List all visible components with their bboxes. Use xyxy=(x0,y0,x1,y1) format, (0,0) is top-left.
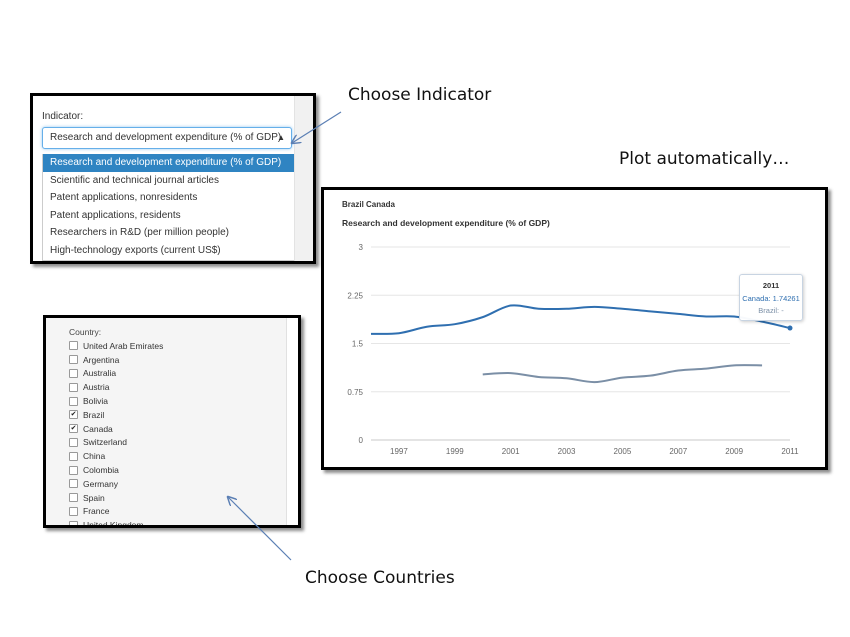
country-item[interactable]: United Kingdom xyxy=(69,518,163,528)
x-tick-label: 2001 xyxy=(502,447,520,456)
country-name: Canada xyxy=(83,423,113,434)
country-panel: Country: United Arab Emirates Argentina Au… xyxy=(43,315,301,528)
y-tick-label: 0 xyxy=(359,436,364,445)
country-panel-body: Country: United Arab Emirates Argentina Au… xyxy=(46,318,287,525)
country-name: Colombia xyxy=(83,465,119,476)
country-item[interactable]: Australia xyxy=(69,367,163,381)
y-tick-label: 3 xyxy=(359,243,364,252)
checkbox[interactable]: ✔ xyxy=(69,410,78,420)
indicator-select[interactable]: Research and development expenditure (% … xyxy=(42,127,292,149)
country-name: Germany xyxy=(83,478,118,489)
checkbox[interactable] xyxy=(69,465,78,475)
check-icon: ✔ xyxy=(70,411,77,419)
x-tick-label: 2007 xyxy=(669,447,687,456)
country-item[interactable]: Bolivia xyxy=(69,394,163,408)
indicator-option[interactable]: Patent applications, nonresidents xyxy=(43,189,295,207)
country-name: Bolivia xyxy=(83,396,109,407)
y-tick-label: 0.75 xyxy=(347,388,363,397)
country-item[interactable]: Spain xyxy=(69,491,163,505)
tooltip-year: 2011 xyxy=(762,281,780,290)
choose-countries-caption: Choose Countries xyxy=(305,568,455,588)
country-item[interactable]: France xyxy=(69,505,163,519)
x-tick-label: 1999 xyxy=(446,447,464,456)
country-checkbox-list: United Arab Emirates Argentina Australia Au… xyxy=(69,339,163,528)
indicator-option[interactable]: Scientific and technical journal article… xyxy=(43,172,295,190)
x-tick-label: 2003 xyxy=(558,447,576,456)
y-tick-label: 1.5 xyxy=(352,340,364,349)
indicator-label: Indicator: xyxy=(42,111,84,122)
series-line-canada[interactable] xyxy=(370,304,791,335)
line-chart: 0 0.75 1.5 2.25 3 1997 1999 2001 2003 2005 2007 200… xyxy=(347,243,799,456)
panel-scroll-area xyxy=(294,96,313,261)
plot-automatically-caption: Plot automatically… xyxy=(619,149,790,169)
checkbox[interactable] xyxy=(69,451,78,461)
tooltip-brazil-value: Brazil: - xyxy=(758,306,784,315)
hover-point-marker[interactable] xyxy=(787,325,793,331)
checkbox[interactable] xyxy=(69,506,78,516)
checkbox[interactable] xyxy=(69,382,78,392)
checkbox[interactable] xyxy=(69,479,78,489)
y-tick-label: 2.25 xyxy=(347,291,363,300)
indicator-option[interactable]: High-technology exports (current US$) xyxy=(43,242,295,260)
indicator-panel: Indicator: Research and development expe… xyxy=(30,93,316,264)
x-tick-label: 2005 xyxy=(614,447,632,456)
country-name: Switzerland xyxy=(83,437,127,448)
country-item[interactable]: Switzerland xyxy=(69,436,163,450)
chart-panel: Brazil Canada Research and development e… xyxy=(321,187,828,470)
checkbox[interactable] xyxy=(69,520,78,525)
series-line-brazil[interactable] xyxy=(482,364,763,384)
checkbox[interactable] xyxy=(69,493,78,503)
checkbox[interactable] xyxy=(69,437,78,447)
country-name: Australia xyxy=(83,368,117,379)
tooltip-canada-value: Canada: 1.74261 xyxy=(742,294,800,303)
indicator-dropdown-list: Research and development expenditure (% … xyxy=(42,154,296,261)
indicator-option[interactable]: Researchers in R&D (per million people) xyxy=(43,224,295,242)
check-icon: ✔ xyxy=(70,425,77,433)
country-name: Austria xyxy=(83,382,110,393)
x-tick-label: 2011 xyxy=(781,447,799,456)
country-item[interactable]: United Arab Emirates xyxy=(69,339,163,353)
country-name: France xyxy=(83,506,110,517)
caret-up-icon: ▲ xyxy=(277,133,285,142)
checkbox[interactable] xyxy=(69,341,78,351)
country-item[interactable]: ✔ Brazil xyxy=(69,408,163,422)
country-name: United Kingdom xyxy=(83,520,144,528)
country-name: China xyxy=(83,451,106,462)
country-item[interactable]: Germany xyxy=(69,477,163,491)
indicator-option[interactable]: Research and development expenditure (% … xyxy=(43,154,295,172)
country-name: Spain xyxy=(83,492,105,503)
checkbox[interactable]: ✔ xyxy=(69,424,78,434)
checkbox[interactable] xyxy=(69,355,78,365)
country-item[interactable]: ✔ Canada xyxy=(69,422,163,436)
x-tick-label: 2009 xyxy=(725,447,743,456)
indicator-panel-body: Indicator: Research and development expe… xyxy=(33,96,296,261)
country-name: Brazil xyxy=(83,409,105,420)
indicator-select-value: Research and development expenditure (% … xyxy=(50,132,282,143)
chart-tooltip: 2011 Canada: 1.74261 Brazil: - xyxy=(739,274,803,321)
checkbox[interactable] xyxy=(69,368,78,378)
country-name: Argentina xyxy=(83,354,120,365)
country-item[interactable]: China xyxy=(69,449,163,463)
country-item[interactable]: Austria xyxy=(69,380,163,394)
checkbox[interactable] xyxy=(69,396,78,406)
country-label: Country: xyxy=(69,327,102,337)
country-item[interactable]: Argentina xyxy=(69,353,163,367)
country-name: United Arab Emirates xyxy=(83,340,164,351)
country-item[interactable]: Colombia xyxy=(69,463,163,477)
choose-indicator-caption: Choose Indicator xyxy=(348,85,492,105)
indicator-option[interactable]: Patent applications, residents xyxy=(43,207,295,225)
x-tick-label: 1997 xyxy=(390,447,408,456)
